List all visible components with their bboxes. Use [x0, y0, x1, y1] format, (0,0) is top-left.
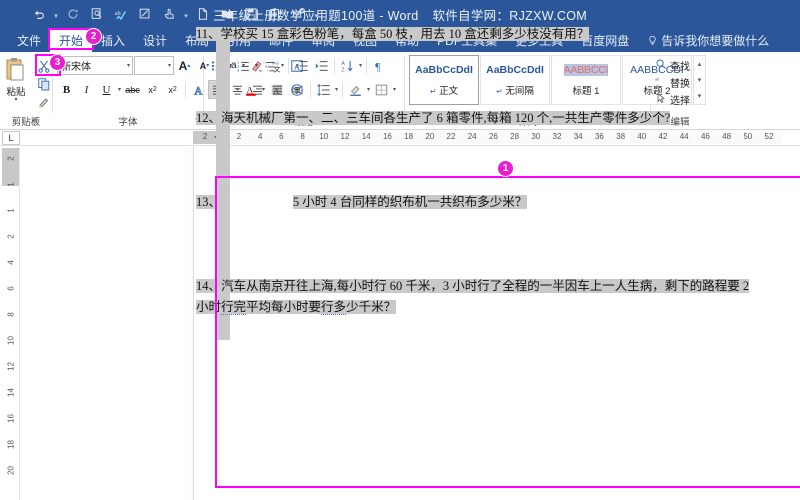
document-line[interactable] [196, 129, 780, 150]
chevron-down-icon: ▾ [167, 63, 171, 69]
redo-icon[interactable] [62, 3, 84, 25]
vertical-ruler[interactable]: 2 1 1 2 4 6 8 10 12 14 16 18 20 [2, 148, 20, 500]
group-label-text: 字体 [118, 117, 138, 128]
vertical-ruler-tick: 2 [6, 156, 16, 161]
grow-font-icon[interactable]: A ▴ [175, 56, 194, 75]
vertical-ruler-tick: 12 [6, 362, 16, 371]
font-group-label: 字体 ◥ [53, 116, 203, 130]
touch-mode-caret[interactable]: ▾ [182, 3, 190, 25]
tab-label: 插入 [101, 33, 126, 48]
customize-qat-icon[interactable]: ▾ [312, 3, 320, 25]
undo-dropdown-caret[interactable]: ▾ [52, 3, 60, 25]
annotation-marker-2: 2 [86, 29, 101, 44]
document-line[interactable]: 12、海天机械厂第一、二、三车间各生产了 6 箱零件,每箱 120 个,一共生产… [196, 108, 780, 129]
paste-button[interactable]: 粘贴 ▾ [0, 55, 34, 110]
tab-label: 文件 [17, 33, 42, 48]
open-folder-icon[interactable] [216, 3, 238, 25]
vertical-ruler-tick: 20 [6, 466, 16, 475]
italic-icon[interactable]: I [77, 80, 96, 99]
page-left-gap [20, 146, 193, 500]
vertical-ruler-tick: 10 [6, 336, 16, 345]
document-line[interactable] [196, 45, 780, 66]
marker-label: 1 [502, 163, 509, 174]
vertical-ruler-tick: 8 [6, 312, 16, 317]
tab-stop-selector[interactable]: L [2, 131, 20, 145]
subscript-icon[interactable]: x2 [143, 80, 162, 99]
page-edge-shadow [185, 146, 193, 500]
touch-mode-icon[interactable] [158, 3, 180, 25]
tab-file[interactable]: 文件 [8, 28, 50, 52]
brand-watermark: 软件自学网：RJZXW.COM [432, 8, 587, 23]
save-icon[interactable] [240, 3, 262, 25]
underline-caret[interactable]: ▾ [117, 86, 122, 93]
highlighted-text: 11、学校买 15 盒彩色粉笔，每盒 50 枝，用去 10 盒还剩多少枝没有用？ [196, 27, 590, 41]
paste-label: 粘贴 [6, 87, 26, 98]
clipboard-group-label: 剪贴板 ◥ [12, 116, 41, 130]
marker-label: 3 [54, 57, 61, 68]
document-line[interactable] [196, 150, 780, 171]
quick-access-toolbar: ▾ ab ▾ ▾ [0, 3, 320, 25]
spelling-check-icon[interactable]: ab [110, 3, 132, 25]
annotation-highlight-document-selection [215, 176, 800, 488]
new-document-icon[interactable] [192, 3, 214, 25]
document-line[interactable] [196, 66, 780, 87]
print-preview-icon[interactable] [86, 3, 108, 25]
right-indent-marker[interactable] [780, 138, 790, 145]
highlighted-text: 12、海天机械厂第一、二、三车间各生产了 6 箱零件,每箱 120 个,一共生产… [196, 111, 671, 125]
track-changes-icon[interactable] [134, 3, 156, 25]
copy-icon[interactable] [34, 75, 54, 92]
font-name-value: 新宋体 [61, 62, 91, 73]
vertical-ruler-tick: 2 [6, 234, 16, 239]
svg-text:ab: ab [115, 11, 121, 17]
annotation-marker-1: 1 [498, 161, 513, 176]
chevron-down-icon: ▾ [126, 63, 130, 69]
vertical-ruler-tick: 18 [6, 440, 16, 449]
underline-icon[interactable]: U [97, 80, 116, 99]
tab-label: 设计 [143, 33, 168, 48]
vertical-ruler-tick: 6 [6, 286, 16, 291]
ribbon-group-font: 新宋体 ▾ ▾ A▴ A▾ Aa ▾ wé [53, 52, 303, 130]
document-line[interactable]: 11、学校买 15 盒彩色粉笔，每盒 50 枝，用去 10 盒还剩多少枝没有用？ [196, 24, 780, 45]
vertical-ruler-tick: 1 [6, 182, 16, 187]
tab-design[interactable]: 设计 [134, 28, 176, 52]
font-size-combobox[interactable]: ▾ [134, 56, 174, 75]
clipboard-paste-icon[interactable] [264, 3, 286, 25]
superscript-icon[interactable]: x2 [163, 80, 182, 99]
vertical-ruler-tick: 16 [6, 414, 16, 423]
bold-icon[interactable]: B [57, 80, 76, 99]
paste-icon [4, 57, 28, 83]
vertical-ruler-tick: 14 [6, 388, 16, 397]
clipboard-dialog-launcher[interactable]: ◥ [32, 115, 37, 129]
paste-dropdown-caret[interactable]: ▾ [14, 97, 17, 103]
vertical-ruler-tick: 1 [6, 208, 16, 213]
word-application-window: ▾ ab ▾ ▾ 三年级上册数学应用题100道 - Word 软件自学网：RJZ… [0, 0, 800, 500]
strikethrough-icon[interactable]: abc [123, 80, 142, 99]
undo-icon[interactable] [28, 3, 50, 25]
annotation-marker-3: 3 [50, 55, 65, 70]
email-send-icon[interactable] [288, 3, 310, 25]
tab-stop-glyph: L [8, 133, 14, 143]
format-painter-icon[interactable] [34, 93, 54, 110]
font-name-combobox[interactable]: 新宋体 ▾ [57, 56, 133, 75]
document-line[interactable] [196, 87, 780, 108]
marker-label: 2 [90, 31, 97, 42]
vertical-ruler-tick: 4 [6, 260, 16, 265]
